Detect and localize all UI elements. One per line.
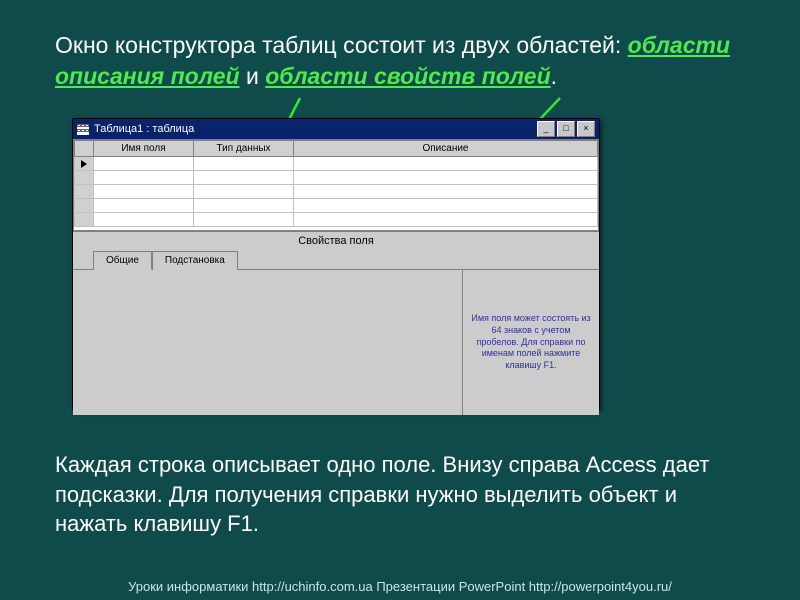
col-data-type: Тип данных (194, 141, 294, 157)
window-title: Таблица1 : таблица (94, 123, 194, 135)
col-field-name: Имя поля (94, 141, 194, 157)
tab-lookup[interactable]: Подстановка (152, 251, 238, 270)
table-row (75, 213, 598, 227)
table-row (75, 171, 598, 185)
table-row (75, 199, 598, 213)
table-designer-window: Таблица1 : таблица _ □ × Имя поля Тип да… (72, 118, 600, 410)
heading-link2: области свойств полей (265, 63, 550, 89)
heading-post: . (551, 63, 557, 89)
field-properties-label: Свойства поля (73, 231, 599, 250)
col-description: Описание (294, 141, 598, 157)
table-row (75, 157, 598, 171)
hint-text: Имя поля может состоять из 64 знаков с у… (471, 313, 591, 371)
slide-heading: Окно конструктора таблиц состоит из двух… (55, 30, 745, 92)
heading-pre: Окно конструктора таблиц состоит из двух… (55, 32, 628, 58)
table-row (75, 185, 598, 199)
close-button[interactable]: × (577, 121, 595, 137)
tab-general[interactable]: Общие (93, 251, 152, 270)
minimize-button[interactable]: _ (537, 121, 555, 137)
properties-panel[interactable] (73, 270, 463, 415)
slide-description: Каждая строка описывает одно поле. Внизу… (55, 450, 745, 539)
window-titlebar: Таблица1 : таблица _ □ × (73, 119, 599, 139)
maximize-button[interactable]: □ (557, 121, 575, 137)
slide-footer: Уроки информатики http://uchinfo.com.ua … (0, 579, 800, 594)
field-grid[interactable]: Имя поля Тип данных Описание (73, 139, 599, 231)
heading-mid: и (240, 63, 266, 89)
hint-panel: Имя поля может состоять из 64 знаков с у… (463, 270, 599, 415)
table-icon (77, 124, 89, 135)
current-row-icon (81, 160, 87, 168)
